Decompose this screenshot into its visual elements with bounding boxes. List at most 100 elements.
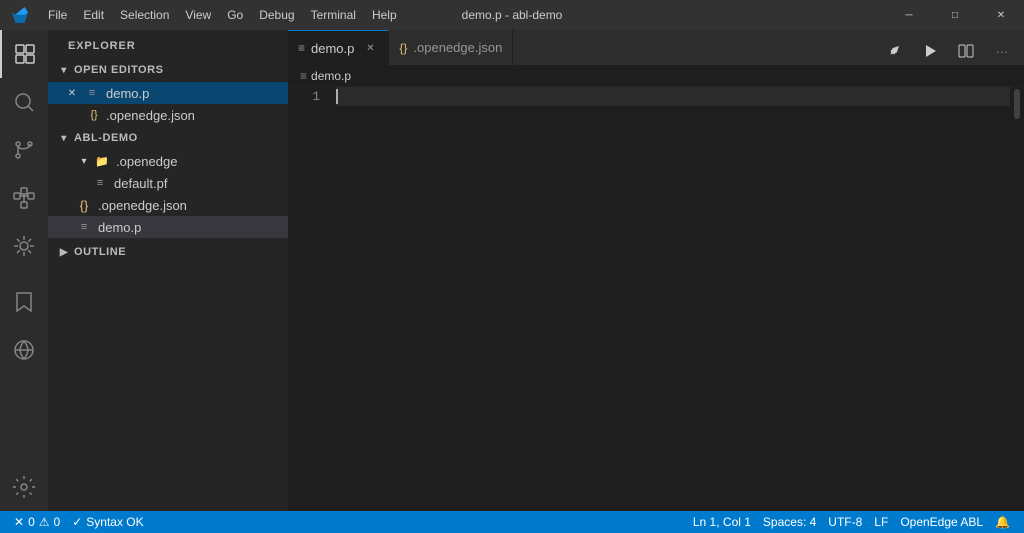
folder-openedge[interactable]: ▾ 📁 .openedge: [48, 150, 288, 172]
close-button[interactable]: ✕: [978, 0, 1024, 30]
close-file-icon[interactable]: ✕: [64, 85, 80, 101]
open-editors-chevron: ▾: [56, 62, 72, 78]
sidebar-header: Explorer: [48, 30, 288, 58]
tab-demo-p-icon: ≡: [298, 41, 305, 55]
tab-openedge-json[interactable]: {} .openedge.json: [389, 30, 513, 65]
project-openedge-json[interactable]: {} .openedge.json: [48, 194, 288, 216]
breadcrumb-item-demo-p: ≡ demo.p: [300, 69, 351, 83]
activity-source-control[interactable]: [0, 126, 48, 174]
line-number-1: 1: [288, 87, 320, 106]
error-icon: ✕: [14, 515, 24, 529]
status-language[interactable]: OpenEdge ABL: [894, 511, 989, 533]
outline-chevron: ▶: [56, 244, 72, 260]
folder-chevron: ▾: [76, 153, 92, 169]
editor-text-area[interactable]: [328, 87, 1010, 511]
sidebar-content: ▾ Open Editors ✕ ≡ demo.p {} .openedge.j…: [48, 58, 288, 511]
menu-view[interactable]: View: [177, 0, 219, 30]
editor-action-more[interactable]: ···: [988, 37, 1016, 65]
window-controls: ─ □ ✕: [886, 0, 1024, 30]
spaces-text: Spaces: 4: [763, 515, 816, 529]
status-position[interactable]: Ln 1, Col 1: [687, 511, 757, 533]
sidebar: Explorer ▾ Open Editors ✕ ≡ demo.p {} .o…: [48, 30, 288, 511]
project-header[interactable]: ▾ ABL-DEMO: [48, 126, 288, 150]
menu-terminal[interactable]: Terminal: [303, 0, 364, 30]
menu-help[interactable]: Help: [364, 0, 405, 30]
activity-search[interactable]: [0, 78, 48, 126]
titlebar: File Edit Selection View Go Debug Termin…: [0, 0, 1024, 30]
tab-bar: ≡ demo.p ✕ {} .openedge.json: [288, 30, 1024, 65]
status-right: Ln 1, Col 1 Spaces: 4 UTF-8 LF OpenEdge …: [687, 511, 1016, 533]
activity-extensions[interactable]: [0, 174, 48, 222]
tab-demo-p[interactable]: ≡ demo.p ✕: [288, 30, 389, 65]
project-demo-p[interactable]: ≡ demo.p: [48, 216, 288, 238]
status-syntax[interactable]: ✓ Syntax OK: [66, 511, 149, 533]
status-bar: ✕ 0 ⚠ 0 ✓ Syntax OK Ln 1, Col 1 Spaces: …: [0, 511, 1024, 533]
text-cursor: [336, 89, 338, 104]
open-editors-header[interactable]: ▾ Open Editors: [48, 58, 288, 82]
minimize-button[interactable]: ─: [886, 0, 932, 30]
activity-bar: [0, 30, 48, 511]
json-brace-icon: {}: [86, 107, 102, 123]
project-openedge-json-label: .openedge.json: [98, 198, 187, 213]
project-label: ABL-DEMO: [74, 132, 138, 144]
breadcrumb-file-name: demo.p: [311, 69, 351, 83]
project-chevron: ▾: [56, 130, 72, 146]
outline-header[interactable]: ▶ Outline: [48, 238, 288, 264]
menu-edit[interactable]: Edit: [75, 0, 112, 30]
open-editor-demo-p[interactable]: ✕ ≡ demo.p: [48, 82, 288, 104]
project-demo-p-label: demo.p: [98, 220, 141, 235]
warning-icon: ⚠: [39, 515, 50, 529]
open-editor-openedge-json[interactable]: {} .openedge.json: [48, 104, 288, 126]
tab-openedge-json-label: .openedge.json: [413, 40, 502, 55]
error-count: 0: [28, 515, 35, 529]
file-icon-demo-p: ≡: [84, 85, 100, 101]
file-default-pf-label: default.pf: [114, 176, 168, 191]
syntax-status: Syntax OK: [86, 515, 143, 529]
line-ending-text: LF: [874, 515, 888, 529]
menu-go[interactable]: Go: [219, 0, 251, 30]
file-default-pf[interactable]: ≡ default.pf: [48, 172, 288, 194]
status-error-count[interactable]: ✕ 0 ⚠ 0: [8, 511, 66, 533]
line-numbers: 1: [288, 87, 328, 511]
activity-explorer[interactable]: [0, 30, 48, 78]
status-spaces[interactable]: Spaces: 4: [757, 511, 822, 533]
warning-count: 0: [54, 515, 61, 529]
cursor-line: [336, 87, 1010, 106]
editor-area: ≡ demo.p ✕ {} .openedge.json: [288, 30, 1024, 511]
language-text: OpenEdge ABL: [900, 515, 983, 529]
editor-action-split[interactable]: [952, 37, 980, 65]
outline-label: Outline: [74, 246, 126, 258]
editor-scrollbar[interactable]: [1010, 87, 1024, 511]
file-icon-pf: ≡: [92, 175, 108, 191]
activity-bookmarks[interactable]: [0, 278, 48, 326]
tab-demo-p-label: demo.p: [311, 41, 354, 56]
status-encoding[interactable]: UTF-8: [822, 511, 868, 533]
open-editor-openedge-json-label: .openedge.json: [106, 108, 195, 123]
json-icon-project: {}: [76, 197, 92, 213]
editor-action-diamond[interactable]: [880, 37, 908, 65]
app-logo: [0, 0, 40, 30]
activity-remote[interactable]: [0, 326, 48, 374]
syntax-check-icon: ✓: [72, 515, 82, 529]
activity-settings[interactable]: [0, 463, 48, 511]
window-title: demo.p - abl-demo: [462, 8, 563, 22]
tab-demo-p-close[interactable]: ✕: [362, 40, 378, 56]
status-bell[interactable]: 🔔: [989, 511, 1016, 533]
bell-icon: 🔔: [995, 515, 1010, 529]
maximize-button[interactable]: □: [932, 0, 978, 30]
encoding-text: UTF-8: [828, 515, 862, 529]
editor-content[interactable]: 1: [288, 87, 1024, 511]
activity-debug[interactable]: [0, 222, 48, 270]
tab-json-icon: {}: [399, 41, 407, 55]
open-editors-label: Open Editors: [74, 64, 164, 76]
folder-openedge-label: .openedge: [116, 154, 177, 169]
menu-debug[interactable]: Debug: [251, 0, 302, 30]
open-editor-demo-p-label: demo.p: [106, 86, 149, 101]
editor-action-run[interactable]: [916, 37, 944, 65]
main-area: Explorer ▾ Open Editors ✕ ≡ demo.p {} .o…: [0, 30, 1024, 511]
breadcrumb: ≡ demo.p: [288, 65, 1024, 87]
menu-selection[interactable]: Selection: [112, 0, 177, 30]
file-icon-json-open: [64, 107, 80, 123]
status-line-ending[interactable]: LF: [868, 511, 894, 533]
menu-file[interactable]: File: [40, 0, 75, 30]
